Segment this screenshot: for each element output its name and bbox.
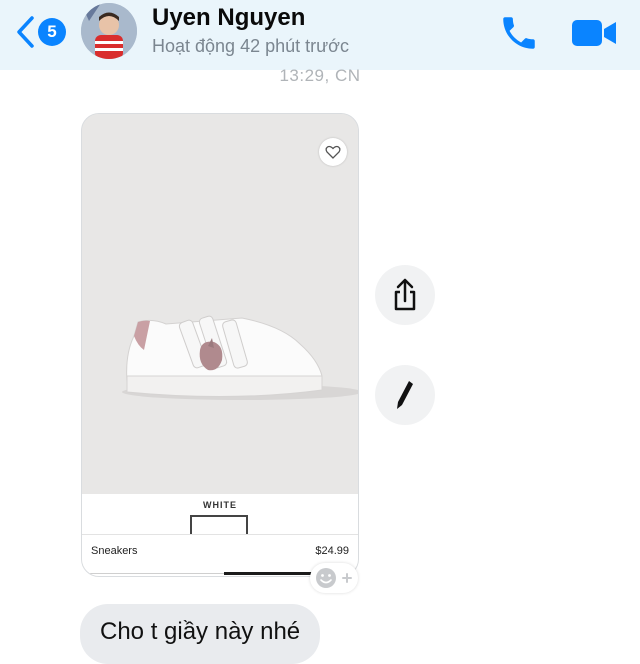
contact-name[interactable]: Uyen Nguyen bbox=[152, 4, 305, 32]
add-reaction-icon bbox=[316, 568, 352, 588]
product-name: Sneakers bbox=[91, 545, 138, 557]
activity-status: Hoạt động 42 phút trước bbox=[152, 36, 349, 56]
pencil-icon bbox=[397, 381, 413, 409]
avatar-image bbox=[81, 3, 137, 59]
product-price: $24.99 bbox=[315, 545, 349, 557]
heart-icon bbox=[325, 145, 341, 159]
shared-product-card[interactable]: WHITE Sneakers $24.99 bbox=[81, 113, 359, 577]
phone-icon bbox=[503, 17, 535, 49]
video-call-button[interactable] bbox=[570, 14, 618, 52]
video-camera-icon bbox=[572, 20, 616, 46]
color-label: WHITE bbox=[203, 500, 237, 510]
message-bubble[interactable]: Cho t giầy này nhé bbox=[80, 604, 321, 664]
add-reaction-button[interactable] bbox=[310, 563, 358, 593]
sneaker-image bbox=[122, 315, 358, 400]
chat-header: 5 Uyen Nguyen Hoạt động 42 phút trước bbox=[0, 0, 640, 70]
share-button[interactable] bbox=[375, 265, 435, 325]
chevron-left-icon bbox=[17, 16, 34, 48]
unread-badge: 5 bbox=[38, 18, 66, 46]
message-timestamp: 13:29, CN bbox=[279, 66, 361, 85]
color-swatch-white[interactable] bbox=[190, 515, 248, 535]
voice-call-button[interactable] bbox=[498, 12, 540, 54]
edit-button[interactable] bbox=[375, 365, 435, 425]
share-icon bbox=[394, 278, 416, 311]
carousel-indicator bbox=[224, 572, 312, 575]
product-image[interactable] bbox=[82, 114, 358, 494]
color-selector: WHITE bbox=[82, 494, 358, 535]
avatar[interactable] bbox=[81, 3, 137, 59]
wishlist-button[interactable] bbox=[319, 138, 347, 166]
